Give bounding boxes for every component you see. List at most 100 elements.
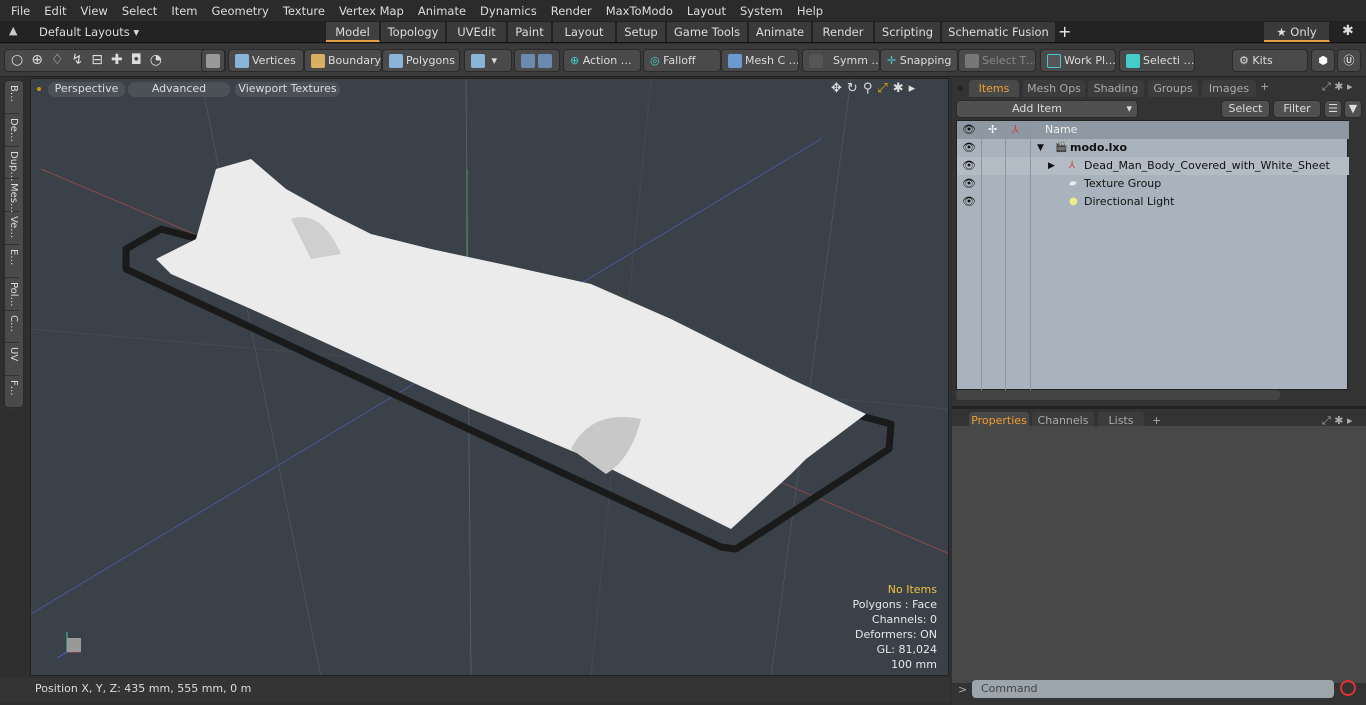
filter-icon[interactable]: ▼ xyxy=(1344,100,1362,118)
layout-tab-topology[interactable]: Topology xyxy=(381,22,446,42)
menu-help[interactable]: Help xyxy=(790,4,830,18)
unreal-button[interactable]: Ⓤ xyxy=(1337,49,1361,72)
unity-button[interactable]: ⬢ xyxy=(1311,49,1335,72)
left-tab[interactable]: E… xyxy=(5,245,19,278)
shape-tools-group[interactable]: ○⊕♢↯⊟✚◘◔ xyxy=(4,49,226,72)
white-sheet xyxy=(156,159,866,529)
list-item[interactable]: 👁 ▶ ⅄ Dead_Man_Body_Covered_with_White_Shee… xyxy=(957,157,1349,175)
menu-animate[interactable]: Animate xyxy=(411,4,473,18)
label: Action … xyxy=(582,54,632,67)
menu-view[interactable]: View xyxy=(74,4,115,18)
menu-maxtomodo[interactable]: MaxToModo xyxy=(599,4,680,18)
left-tab[interactable]: F… xyxy=(5,376,19,409)
menu-vertex-map[interactable]: Vertex Map xyxy=(332,4,411,18)
work-plane-button[interactable]: Work Pl… xyxy=(1040,49,1116,72)
left-tab[interactable]: Mes… xyxy=(5,179,19,213)
visibility-icon[interactable]: 👁 xyxy=(962,139,976,157)
item-name: Texture Group xyxy=(1084,177,1162,190)
command-input[interactable]: Command xyxy=(972,680,1334,698)
gear-icon[interactable]: ✱ xyxy=(893,81,909,96)
menu-layout[interactable]: Layout xyxy=(680,4,733,18)
layout-tab-render[interactable]: Render xyxy=(813,22,874,42)
visibility-icon[interactable]: 👁 xyxy=(962,157,976,175)
menu-render[interactable]: Render xyxy=(544,4,599,18)
list-item[interactable]: 👁 ● Directional Light xyxy=(957,193,1349,211)
horizontal-scrollbar[interactable] xyxy=(956,390,1280,400)
rotate-icon[interactable]: ↻ xyxy=(847,81,863,96)
add-layout-button[interactable]: + xyxy=(1058,22,1071,41)
vertices-button[interactable]: Vertices xyxy=(228,49,304,72)
layout-tab-layout[interactable]: Layout xyxy=(553,22,616,42)
select-button[interactable]: Select xyxy=(1221,100,1270,118)
record-icon[interactable] xyxy=(1340,680,1356,696)
tab-groups[interactable]: Groups xyxy=(1148,80,1198,97)
symmetry-icons[interactable] xyxy=(514,49,560,72)
visibility-icon[interactable]: 👁 xyxy=(962,175,976,193)
menu-select[interactable]: Select xyxy=(115,4,164,18)
move-icon[interactable]: ✥ xyxy=(831,81,847,96)
menu-system[interactable]: System xyxy=(733,4,790,18)
menu-texture[interactable]: Texture xyxy=(276,4,332,18)
list-item[interactable]: 👁 ▰ Texture Group xyxy=(957,175,1349,193)
menu-file[interactable]: File xyxy=(4,4,37,18)
left-tab[interactable]: De… xyxy=(5,114,19,147)
viewport-textures-button[interactable]: Viewport Textures xyxy=(235,82,340,97)
arrow-right-icon[interactable]: ▸ xyxy=(909,81,921,96)
boundary-button[interactable]: Boundary xyxy=(304,49,382,72)
polygons-button[interactable]: Polygons xyxy=(382,49,460,72)
left-tab[interactable]: UV xyxy=(5,343,19,377)
add-item-button[interactable]: Add Item ▾ xyxy=(956,100,1138,118)
menu-item[interactable]: Item xyxy=(164,4,204,18)
list-options-button[interactable]: ☰ xyxy=(1324,100,1342,118)
layout-selector[interactable]: Default Layouts ▾ xyxy=(39,25,139,39)
tab-images[interactable]: Images xyxy=(1202,80,1256,97)
mesh-constraints-button[interactable]: Mesh C … xyxy=(721,49,799,72)
advanced-button[interactable]: Advanced xyxy=(128,82,230,97)
layout-tab-animate[interactable]: Animate xyxy=(749,22,812,42)
menu-geometry[interactable]: Geometry xyxy=(205,4,276,18)
menu-dynamics[interactable]: Dynamics xyxy=(473,4,544,18)
perspective-button[interactable]: Perspective xyxy=(48,82,125,97)
action-button[interactable]: ⊕ Action … xyxy=(563,49,641,72)
collapse-arrow-icon[interactable]: ▼ xyxy=(1037,139,1044,157)
layout-tab-game-tools[interactable]: Game Tools xyxy=(667,22,748,42)
kits-button[interactable]: ⚙ Kits xyxy=(1232,49,1308,72)
collapse-icon[interactable]: ▲ xyxy=(9,24,17,37)
item-mode-button[interactable] xyxy=(201,49,225,72)
expand-arrow-icon[interactable]: ▶ xyxy=(1048,157,1055,175)
left-tab[interactable]: B… xyxy=(5,81,19,114)
layout-tab-paint[interactable]: Paint xyxy=(508,22,552,42)
panel-divider[interactable] xyxy=(952,406,1366,409)
list-scrollbar[interactable] xyxy=(1349,121,1357,391)
left-tab[interactable]: Dup… xyxy=(5,147,19,181)
left-tab[interactable]: C… xyxy=(5,311,19,344)
tab-shading[interactable]: Shading xyxy=(1088,80,1144,97)
layout-tab-setup[interactable]: Setup xyxy=(617,22,666,42)
3d-viewport[interactable]: Perspective Advanced Viewport Textures ✥… xyxy=(30,78,949,676)
falloff-button[interactable]: ◎ Falloff xyxy=(643,49,721,72)
add-tab-button[interactable]: + xyxy=(1260,80,1269,93)
zoom-icon[interactable]: ⚲ xyxy=(863,81,878,96)
layout-tab-model[interactable]: Model xyxy=(326,22,380,42)
select-through-button[interactable]: Select T… xyxy=(958,49,1036,72)
panel-options-icons[interactable]: ⤢ ✱ ▸ xyxy=(1322,80,1353,94)
name-column-header[interactable]: Name xyxy=(1045,121,1077,139)
material-mode-button[interactable]: ▾ xyxy=(464,49,512,72)
visibility-icon[interactable]: 👁 xyxy=(962,193,976,211)
tab-mesh-ops[interactable]: Mesh Ops xyxy=(1023,80,1085,97)
tab-items[interactable]: Items xyxy=(969,80,1019,97)
maximize-icon[interactable]: ⤢ xyxy=(877,81,892,96)
left-tab[interactable]: Ve… xyxy=(5,212,19,245)
menu-edit[interactable]: Edit xyxy=(37,4,73,18)
list-item[interactable]: 👁 ▼ 🎬 modo.lxo xyxy=(957,139,1349,157)
filter-button[interactable]: Filter xyxy=(1273,100,1321,118)
symmetry-button[interactable]: Symm … xyxy=(802,49,880,72)
gear-icon[interactable]: ✱ xyxy=(1342,23,1354,39)
layout-tab-uvedit[interactable]: UVEdit xyxy=(447,22,507,42)
left-tab[interactable]: Pol… xyxy=(5,278,19,311)
selection-button[interactable]: Selecti … xyxy=(1119,49,1195,72)
snapping-button[interactable]: ✛ Snapping xyxy=(880,49,958,72)
layout-tab-scripting[interactable]: Scripting xyxy=(875,22,941,42)
only-button[interactable]: ★ Only xyxy=(1264,22,1330,42)
layout-tab-schematic-fusion[interactable]: Schematic Fusion xyxy=(942,22,1056,42)
